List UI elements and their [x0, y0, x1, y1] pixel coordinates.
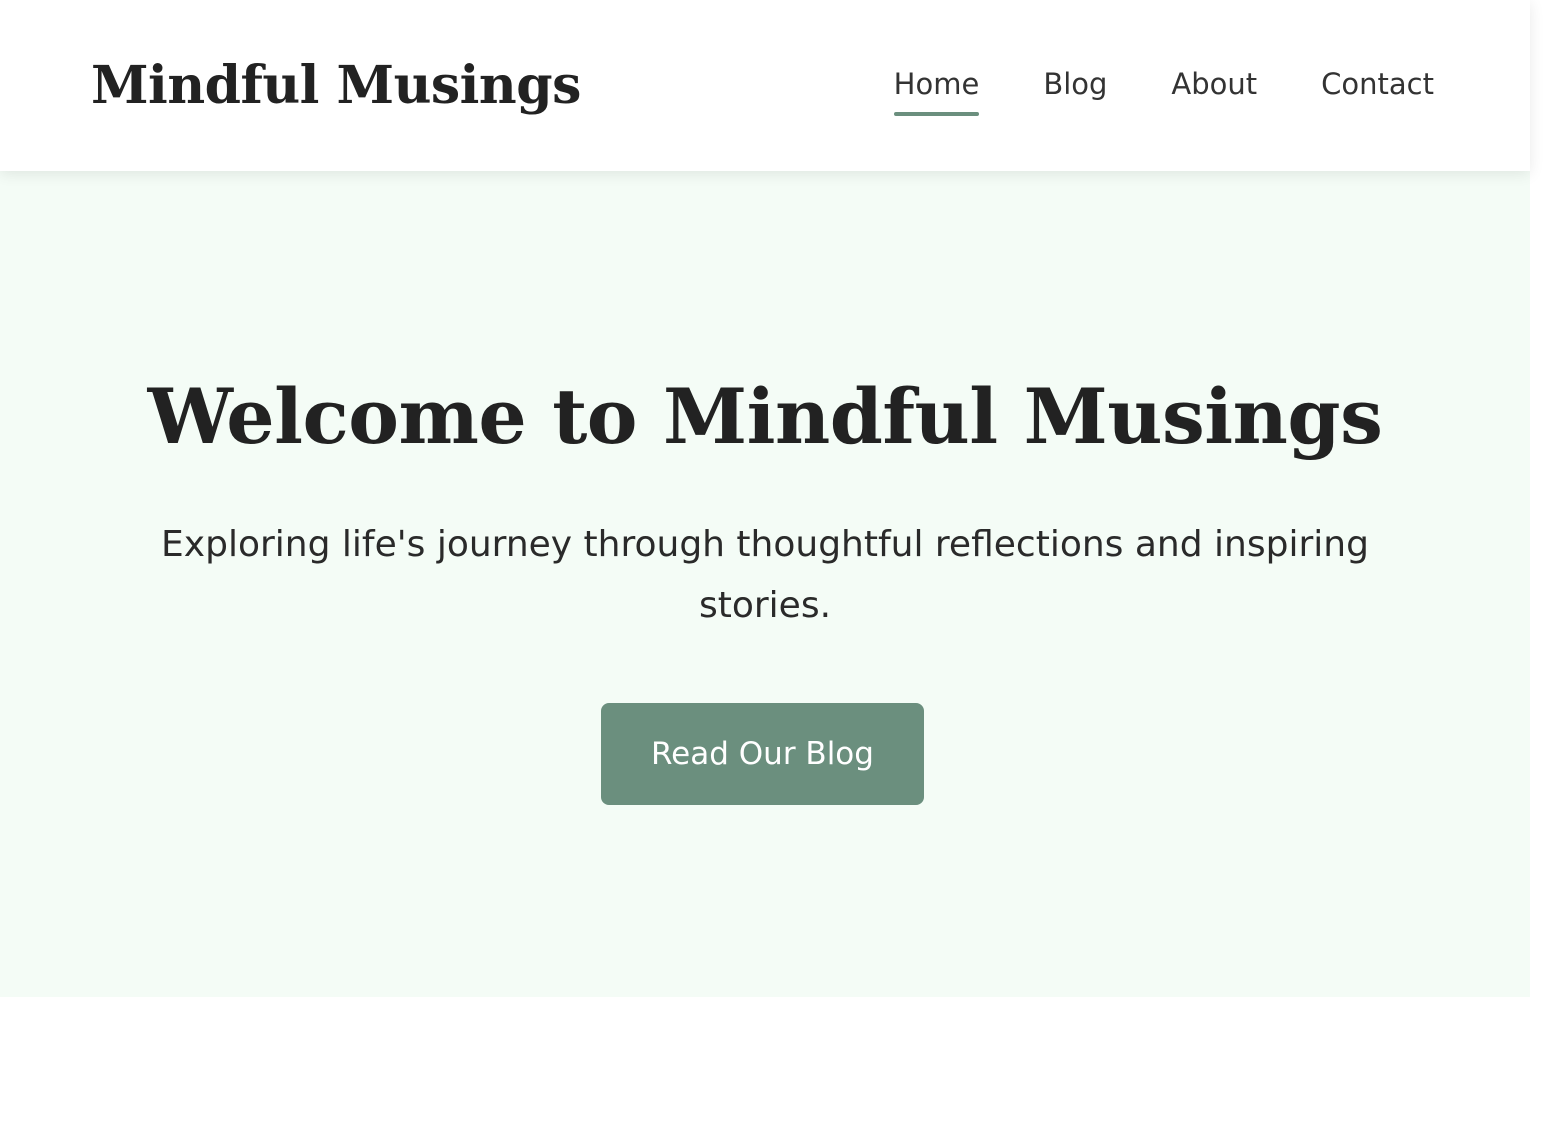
- page: Mindful Musings Home Blog About Contact …: [0, 0, 1530, 997]
- site-logo[interactable]: Mindful Musings: [91, 48, 581, 124]
- hero-section: Welcome to Mindful Musings Exploring lif…: [0, 171, 1530, 997]
- hero-title: Welcome to Mindful Musings: [147, 372, 1383, 461]
- nav-link-contact[interactable]: Contact: [1321, 58, 1434, 110]
- main-nav: Home Blog About Contact: [893, 58, 1434, 116]
- site-header: Mindful Musings Home Blog About Contact: [0, 0, 1530, 171]
- nav-link-about[interactable]: About: [1171, 58, 1257, 110]
- read-blog-button[interactable]: Read Our Blog: [601, 703, 924, 805]
- nav-link-home[interactable]: Home: [893, 58, 979, 116]
- nav-link-blog[interactable]: Blog: [1043, 58, 1107, 110]
- hero-subtitle: Exploring life's journey through thought…: [161, 524, 1369, 626]
